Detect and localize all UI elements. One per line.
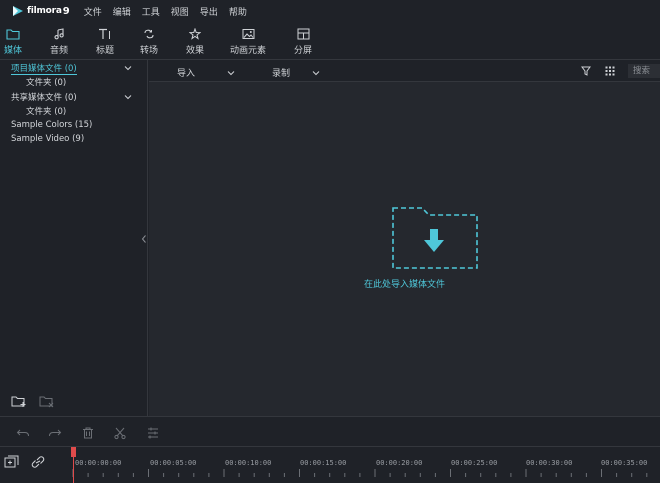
tab-media[interactable]: 媒体	[3, 27, 23, 56]
tree-shared-folder[interactable]: 文件夹 (0)	[26, 105, 66, 117]
timecode-0: 00:00:00:00	[75, 459, 122, 467]
image-elements-icon	[242, 29, 254, 39]
timecode-7: 00:00:35:00	[601, 459, 648, 467]
timecode-1: 00:00:05:00	[150, 459, 197, 467]
menu-file[interactable]: 文件	[84, 5, 102, 18]
grid-view-icon[interactable]	[605, 66, 615, 76]
collapse-panel-icon[interactable]	[141, 234, 147, 244]
import-label: 导入	[177, 69, 196, 79]
app-version: 9	[62, 5, 70, 17]
media-content-area: 在此处导入媒体文件	[149, 82, 660, 416]
search-input[interactable]: 搜索	[628, 64, 660, 78]
tab-effects[interactable]: 效果	[184, 27, 206, 56]
redo-icon[interactable]	[48, 426, 62, 440]
tab-audio-label: 音频	[49, 46, 68, 56]
drop-zone-hint: 在此处导入媒体文件	[363, 280, 445, 290]
chevron-down-icon[interactable]	[124, 65, 132, 71]
menu-help[interactable]: 帮助	[229, 5, 247, 18]
transition-icon	[144, 29, 154, 39]
music-note-icon	[54, 28, 64, 40]
tab-elements[interactable]: 动画元素	[229, 27, 267, 56]
menu-tools[interactable]: 工具	[142, 5, 160, 18]
timecode-3: 00:00:15:00	[300, 459, 347, 467]
import-dropdown[interactable]: 导入	[177, 66, 235, 79]
app-name: filmora	[27, 6, 62, 16]
menu-edit[interactable]: 编辑	[113, 5, 131, 18]
playhead-handle[interactable]	[71, 447, 76, 457]
tab-titles-label: 标题	[95, 46, 114, 56]
timecode-2: 00:00:10:00	[225, 459, 272, 467]
menu-view[interactable]: 视图	[171, 5, 189, 18]
delete-folder-icon[interactable]	[39, 394, 55, 408]
menu-export[interactable]: 导出	[200, 5, 218, 18]
tree-project-folder[interactable]: 文件夹 (0)	[26, 76, 66, 88]
tree-sample-colors[interactable]: Sample Colors (15)	[11, 120, 92, 130]
tab-transitions[interactable]: 转场	[138, 27, 160, 56]
chevron-down-icon	[227, 70, 235, 75]
main-toolbar: 媒体 音频 标题 转场 效果 动画元素 分屏	[0, 22, 660, 60]
delete-icon[interactable]	[81, 426, 95, 440]
tree-sample-video[interactable]: Sample Video (9)	[11, 134, 84, 144]
chevron-down-icon[interactable]	[124, 94, 132, 100]
cut-icon[interactable]	[113, 426, 127, 440]
timecode-4: 00:00:20:00	[376, 459, 423, 467]
adjust-icon[interactable]	[146, 426, 160, 440]
add-track-icon[interactable]	[4, 455, 20, 469]
tab-media-label: 媒体	[3, 46, 22, 56]
chevron-down-icon	[312, 70, 320, 75]
folder-icon	[6, 29, 20, 40]
tab-elements-label: 动画元素	[229, 46, 266, 56]
timecode-6: 00:00:30:00	[526, 459, 573, 467]
tab-transitions-label: 转场	[139, 46, 158, 56]
tree-project-media[interactable]: 项目媒体文件 (0)	[11, 62, 77, 75]
filmora-logo-icon	[13, 6, 23, 16]
record-dropdown[interactable]: 录制	[272, 66, 320, 79]
app-logo: filmora 9	[12, 5, 70, 17]
media-toolbar: 导入 录制 搜索	[149, 60, 660, 82]
import-folder-icon[interactable]	[392, 207, 478, 269]
undo-icon[interactable]	[16, 426, 30, 440]
split-screen-icon	[297, 28, 309, 40]
tab-effects-label: 效果	[185, 46, 204, 56]
text-title-icon	[99, 28, 110, 39]
effects-icon	[189, 28, 201, 40]
tab-titles[interactable]: 标题	[94, 27, 116, 56]
tab-split-screen[interactable]: 分屏	[292, 27, 314, 56]
timecode-5: 00:00:25:00	[451, 459, 498, 467]
timeline: 00:00:00:00 00:00:05:00 00:00:10:00 00:0…	[0, 446, 660, 483]
filter-icon[interactable]	[581, 66, 591, 76]
new-folder-icon[interactable]	[11, 394, 27, 408]
media-library-panel: 项目媒体文件 (0) 文件夹 (0) 共享媒体文件 (0) 文件夹 (0) Sa…	[0, 60, 148, 416]
record-label: 录制	[272, 69, 291, 79]
tree-shared-media[interactable]: 共享媒体文件 (0)	[11, 91, 77, 103]
link-icon[interactable]	[30, 455, 46, 469]
tab-audio[interactable]: 音频	[48, 27, 70, 56]
timeline-toolbar	[0, 416, 660, 446]
menu-bar: filmora 9 文件 编辑 工具 视图 导出 帮助	[0, 0, 660, 22]
tab-split-screen-label: 分屏	[293, 46, 312, 56]
